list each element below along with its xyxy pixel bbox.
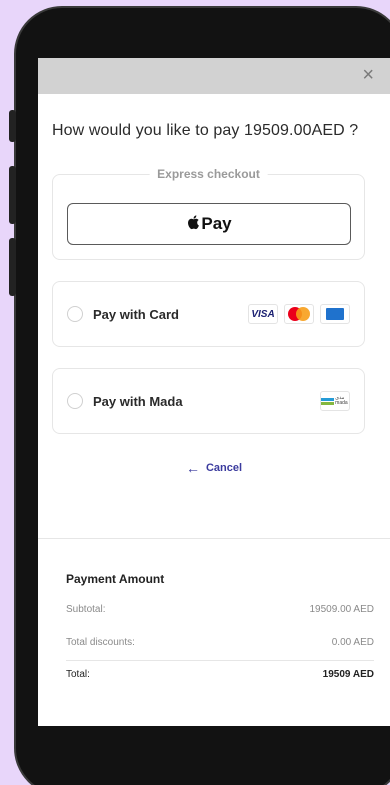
mastercard-icon — [284, 304, 314, 324]
payment-summary: Payment Amount Subtotal: 19509.00 AED To… — [66, 572, 374, 702]
row-label: Total: — [66, 669, 90, 680]
phone-side-button — [9, 110, 16, 142]
option-label: Pay with Mada — [93, 393, 183, 409]
phone-side-button — [9, 166, 16, 224]
mada-icon: مدى mada — [320, 391, 350, 411]
card-logos: VISA — [248, 304, 350, 324]
cancel-label: Cancel — [205, 462, 243, 474]
apple-icon — [186, 214, 200, 235]
phone-side-button — [9, 238, 16, 296]
arrow-left-icon: ← — [185, 460, 200, 476]
page-title: How would you like to pay 19509.00AED ? — [52, 122, 359, 139]
close-icon[interactable]: × — [362, 64, 374, 86]
apple-pay-button[interactable]: Pay — [67, 203, 351, 245]
divider — [38, 538, 390, 539]
summary-title: Payment Amount — [66, 572, 165, 586]
row-value: 19509 AED — [322, 669, 374, 680]
option-label: Pay with Card — [93, 306, 179, 322]
pay-with-mada-option[interactable]: Pay with Mada مدى mada — [52, 368, 365, 434]
row-value: 0.00 AED — [331, 637, 374, 648]
discounts-row: Total discounts: 0.00 AED — [66, 637, 374, 648]
row-label: Subtotal: — [66, 604, 106, 615]
cancel-button[interactable]: ← Cancel — [38, 460, 390, 476]
payment-dialog: × How would you like to pay 19509.00AED … — [38, 58, 390, 726]
card-radio[interactable] — [67, 306, 83, 322]
row-value: 19509.00 AED — [309, 604, 375, 615]
mada-radio[interactable] — [67, 393, 83, 409]
apple-pay-label: Pay — [201, 214, 232, 233]
row-label: Total discounts: — [66, 637, 135, 648]
mada-logos: مدى mada — [320, 391, 350, 411]
dialog-header: × — [38, 58, 390, 94]
express-checkout-label: Express checkout — [149, 167, 268, 181]
pay-with-card-option[interactable]: Pay with Card VISA — [52, 281, 365, 347]
express-checkout-section: Express checkout Pay — [52, 167, 365, 260]
subtotal-row: Subtotal: 19509.00 AED — [66, 604, 374, 615]
amex-icon — [320, 304, 350, 324]
visa-icon: VISA — [248, 304, 278, 324]
total-row: Total: 19509 AED — [66, 660, 374, 680]
